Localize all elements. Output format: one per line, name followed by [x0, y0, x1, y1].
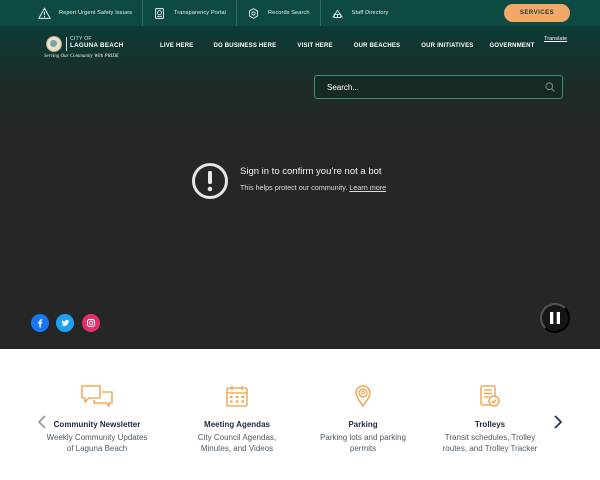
quick-link-card[interactable]: P Parking Parking lots and parking permi…	[308, 382, 418, 454]
pause-icon	[550, 312, 560, 324]
utility-link-label: Transparency Portal	[173, 10, 227, 16]
quick-link-card[interactable]: Trolleys Transit schedules, Trolley rout…	[435, 382, 545, 454]
utility-link-staff[interactable]: Staff Directory	[319, 0, 399, 26]
quick-link-title: Parking	[348, 420, 378, 429]
parking-icon: P	[355, 385, 371, 408]
utility-link-label: Records Search	[268, 10, 310, 16]
utility-link-label: Report Urgent Safety Issues	[59, 10, 132, 16]
alert-circle-icon	[192, 163, 228, 199]
logo-tagline: Serving Our Community With PRIDE	[44, 54, 119, 59]
quick-link-card[interactable]: Community Newsletter Weekly Community Up…	[42, 382, 152, 454]
quick-link-desc: Parking lots and parking permits	[320, 433, 406, 453]
twitter-icon	[61, 319, 69, 327]
nav-live-here[interactable]: LIVE HERE	[160, 43, 193, 49]
quick-link-title: Trolleys	[474, 420, 506, 429]
nav-government[interactable]: GOVERNMENT	[490, 43, 535, 49]
city-logo[interactable]: CITY OF LAGUNA BEACH Serving Our Communi…	[44, 36, 134, 62]
learn-more-link[interactable]: Learn more	[349, 183, 386, 192]
facebook-button[interactable]	[31, 314, 49, 332]
search-placeholder: Search...	[327, 82, 360, 92]
records-icon	[249, 7, 259, 19]
logo-divider	[66, 37, 67, 51]
bot-check-subtitle: This helps protect our community. Learn …	[240, 183, 387, 192]
instagram-icon	[87, 319, 95, 327]
search-input[interactable]: Search...	[314, 75, 563, 99]
utility-link-label: Staff Directory	[351, 10, 389, 16]
utility-link-transparency[interactable]: Transparency Portal	[141, 0, 236, 26]
svg-text:P: P	[361, 391, 365, 397]
nav-our-beaches[interactable]: OUR BEACHES	[354, 43, 401, 49]
pause-video-button[interactable]	[540, 303, 570, 333]
nav-do-business-here[interactable]: DO BUSINESS HERE	[213, 43, 276, 49]
utility-link-safety[interactable]: Report Urgent Safety Issues	[38, 0, 142, 26]
chevron-right-icon	[554, 415, 562, 429]
bot-check-title: Sign in to confirm you’re not a bot	[240, 166, 382, 177]
main-nav: LIVE HERE DO BUSINESS HERE VISIT HERE OU…	[160, 40, 535, 52]
nav-visit-here[interactable]: VISIT HERE	[297, 43, 332, 49]
quick-link-desc: Weekly Community Updates of Laguna Beach	[46, 433, 148, 453]
services-button[interactable]: SERVICES	[504, 4, 570, 22]
translate-link[interactable]: Translate	[544, 36, 567, 42]
facebook-icon	[38, 319, 43, 328]
staff-icon	[331, 8, 343, 18]
quick-link-card[interactable]: Meeting Agendas City Council Agendas, Mi…	[182, 382, 292, 454]
bot-check-message: Sign in to confirm you’re not a bot This…	[191, 162, 421, 202]
quick-link-title: Community Newsletter	[53, 420, 141, 429]
nav-our-initiatives[interactable]: OUR INITIATIVES	[421, 43, 473, 49]
quick-link-desc: Transit schedules, Trolley routes, and T…	[442, 433, 538, 453]
calendar-icon	[226, 386, 248, 407]
warning-triangle-icon	[38, 6, 51, 19]
trolley-icon	[480, 385, 500, 407]
quick-link-title: Meeting Agendas	[204, 420, 270, 429]
instagram-button[interactable]	[82, 314, 100, 332]
transparency-icon	[154, 7, 164, 19]
logo-city-name: LAGUNA BEACH	[70, 42, 124, 49]
newsletter-icon	[81, 385, 113, 408]
search-icon[interactable]	[544, 81, 556, 93]
twitter-button[interactable]	[56, 314, 74, 332]
utility-link-records[interactable]: Records Search	[236, 0, 320, 26]
quick-link-desc: City Council Agendas, Minutes, and Video…	[197, 433, 277, 453]
carousel-next-button[interactable]	[552, 414, 564, 430]
city-seal-icon	[46, 36, 62, 52]
